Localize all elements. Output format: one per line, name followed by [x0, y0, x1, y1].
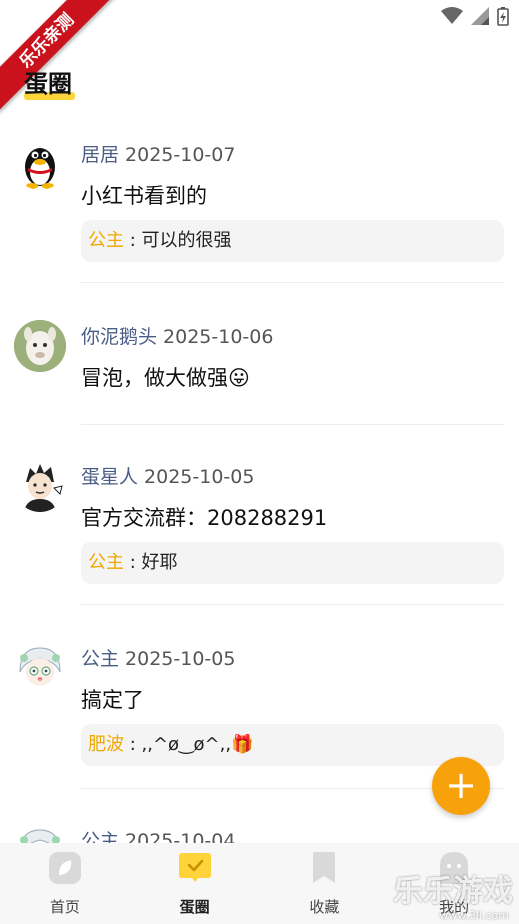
- comment-text: : ,,^ø‿ø^,,🎁: [124, 734, 254, 755]
- avatar[interactable]: [14, 460, 66, 512]
- nav-label: 首页: [49, 898, 80, 916]
- alpaca-avatar-icon: [14, 320, 66, 372]
- status-icons: [441, 6, 509, 26]
- post-header: 你泥鹅头 2025-10-06: [81, 322, 273, 349]
- comment-box[interactable]: 肥波 : ,,^ø‿ø^,,🎁: [81, 724, 504, 766]
- anime-girl-avatar-icon: [19, 647, 61, 686]
- divider: [81, 604, 504, 605]
- bookmark-icon: [313, 852, 336, 883]
- divider: [81, 424, 504, 425]
- author-name[interactable]: 你泥鹅头: [81, 326, 157, 348]
- nav-item-circle[interactable]: 蛋圈: [130, 843, 260, 924]
- post-text: 官方交流群：208288291: [81, 506, 328, 530]
- watermark: 乐乐游戏 www.3ll.com: [393, 874, 519, 924]
- page-title: 蛋圈: [24, 70, 72, 98]
- nav-item-home[interactable]: 首页: [0, 843, 130, 924]
- battery-icon: [497, 7, 509, 26]
- comment-box[interactable]: 公主 : 可以的很强: [81, 220, 504, 262]
- post-text: 搞定了: [81, 688, 144, 712]
- post-date: 2025-10-05: [125, 648, 236, 670]
- post-date: 2025-10-06: [163, 326, 274, 348]
- avatar[interactable]: [14, 138, 66, 190]
- author-name[interactable]: 居居: [81, 144, 119, 166]
- cartoon-boy-avatar-icon: [24, 464, 63, 512]
- post-text: 小红书看到的: [81, 184, 207, 208]
- author-name[interactable]: 公主: [81, 648, 119, 670]
- signal-icon: [471, 7, 489, 25]
- watermark-text: 乐乐游戏: [393, 874, 513, 909]
- comment-author[interactable]: 肥波: [88, 734, 124, 755]
- wifi-icon: [441, 7, 463, 24]
- chat-check-icon: [178, 853, 211, 882]
- comment-box[interactable]: 公主 : 好耶: [81, 542, 504, 584]
- nav-label: 蛋圈: [179, 898, 210, 916]
- penguin-icon: [25, 148, 55, 189]
- post-header: 蛋星人 2025-10-05: [81, 462, 254, 489]
- comment-author[interactable]: 公主: [88, 552, 124, 573]
- nav-label: 收藏: [309, 898, 340, 916]
- author-name[interactable]: 蛋星人: [81, 466, 138, 488]
- divider: [81, 282, 504, 283]
- post-header: 公主 2025-10-05: [81, 644, 235, 671]
- post-date: 2025-10-07: [125, 144, 236, 166]
- post-header: 居居 2025-10-07: [81, 140, 235, 167]
- avatar[interactable]: [14, 320, 66, 372]
- comment-text: : 可以的很强: [124, 230, 232, 251]
- leaf-icon: [48, 852, 81, 884]
- add-post-button[interactable]: +: [432, 757, 490, 815]
- watermark-url: www.3ll.com: [439, 909, 509, 922]
- avatar[interactable]: [14, 642, 66, 694]
- post-date: 2025-10-05: [144, 466, 255, 488]
- nav-item-favorites[interactable]: 收藏: [260, 843, 390, 924]
- post-text: 冒泡，做大做强😛: [81, 366, 250, 390]
- comment-text: : 好耶: [124, 552, 178, 573]
- comment-author[interactable]: 公主: [88, 230, 124, 251]
